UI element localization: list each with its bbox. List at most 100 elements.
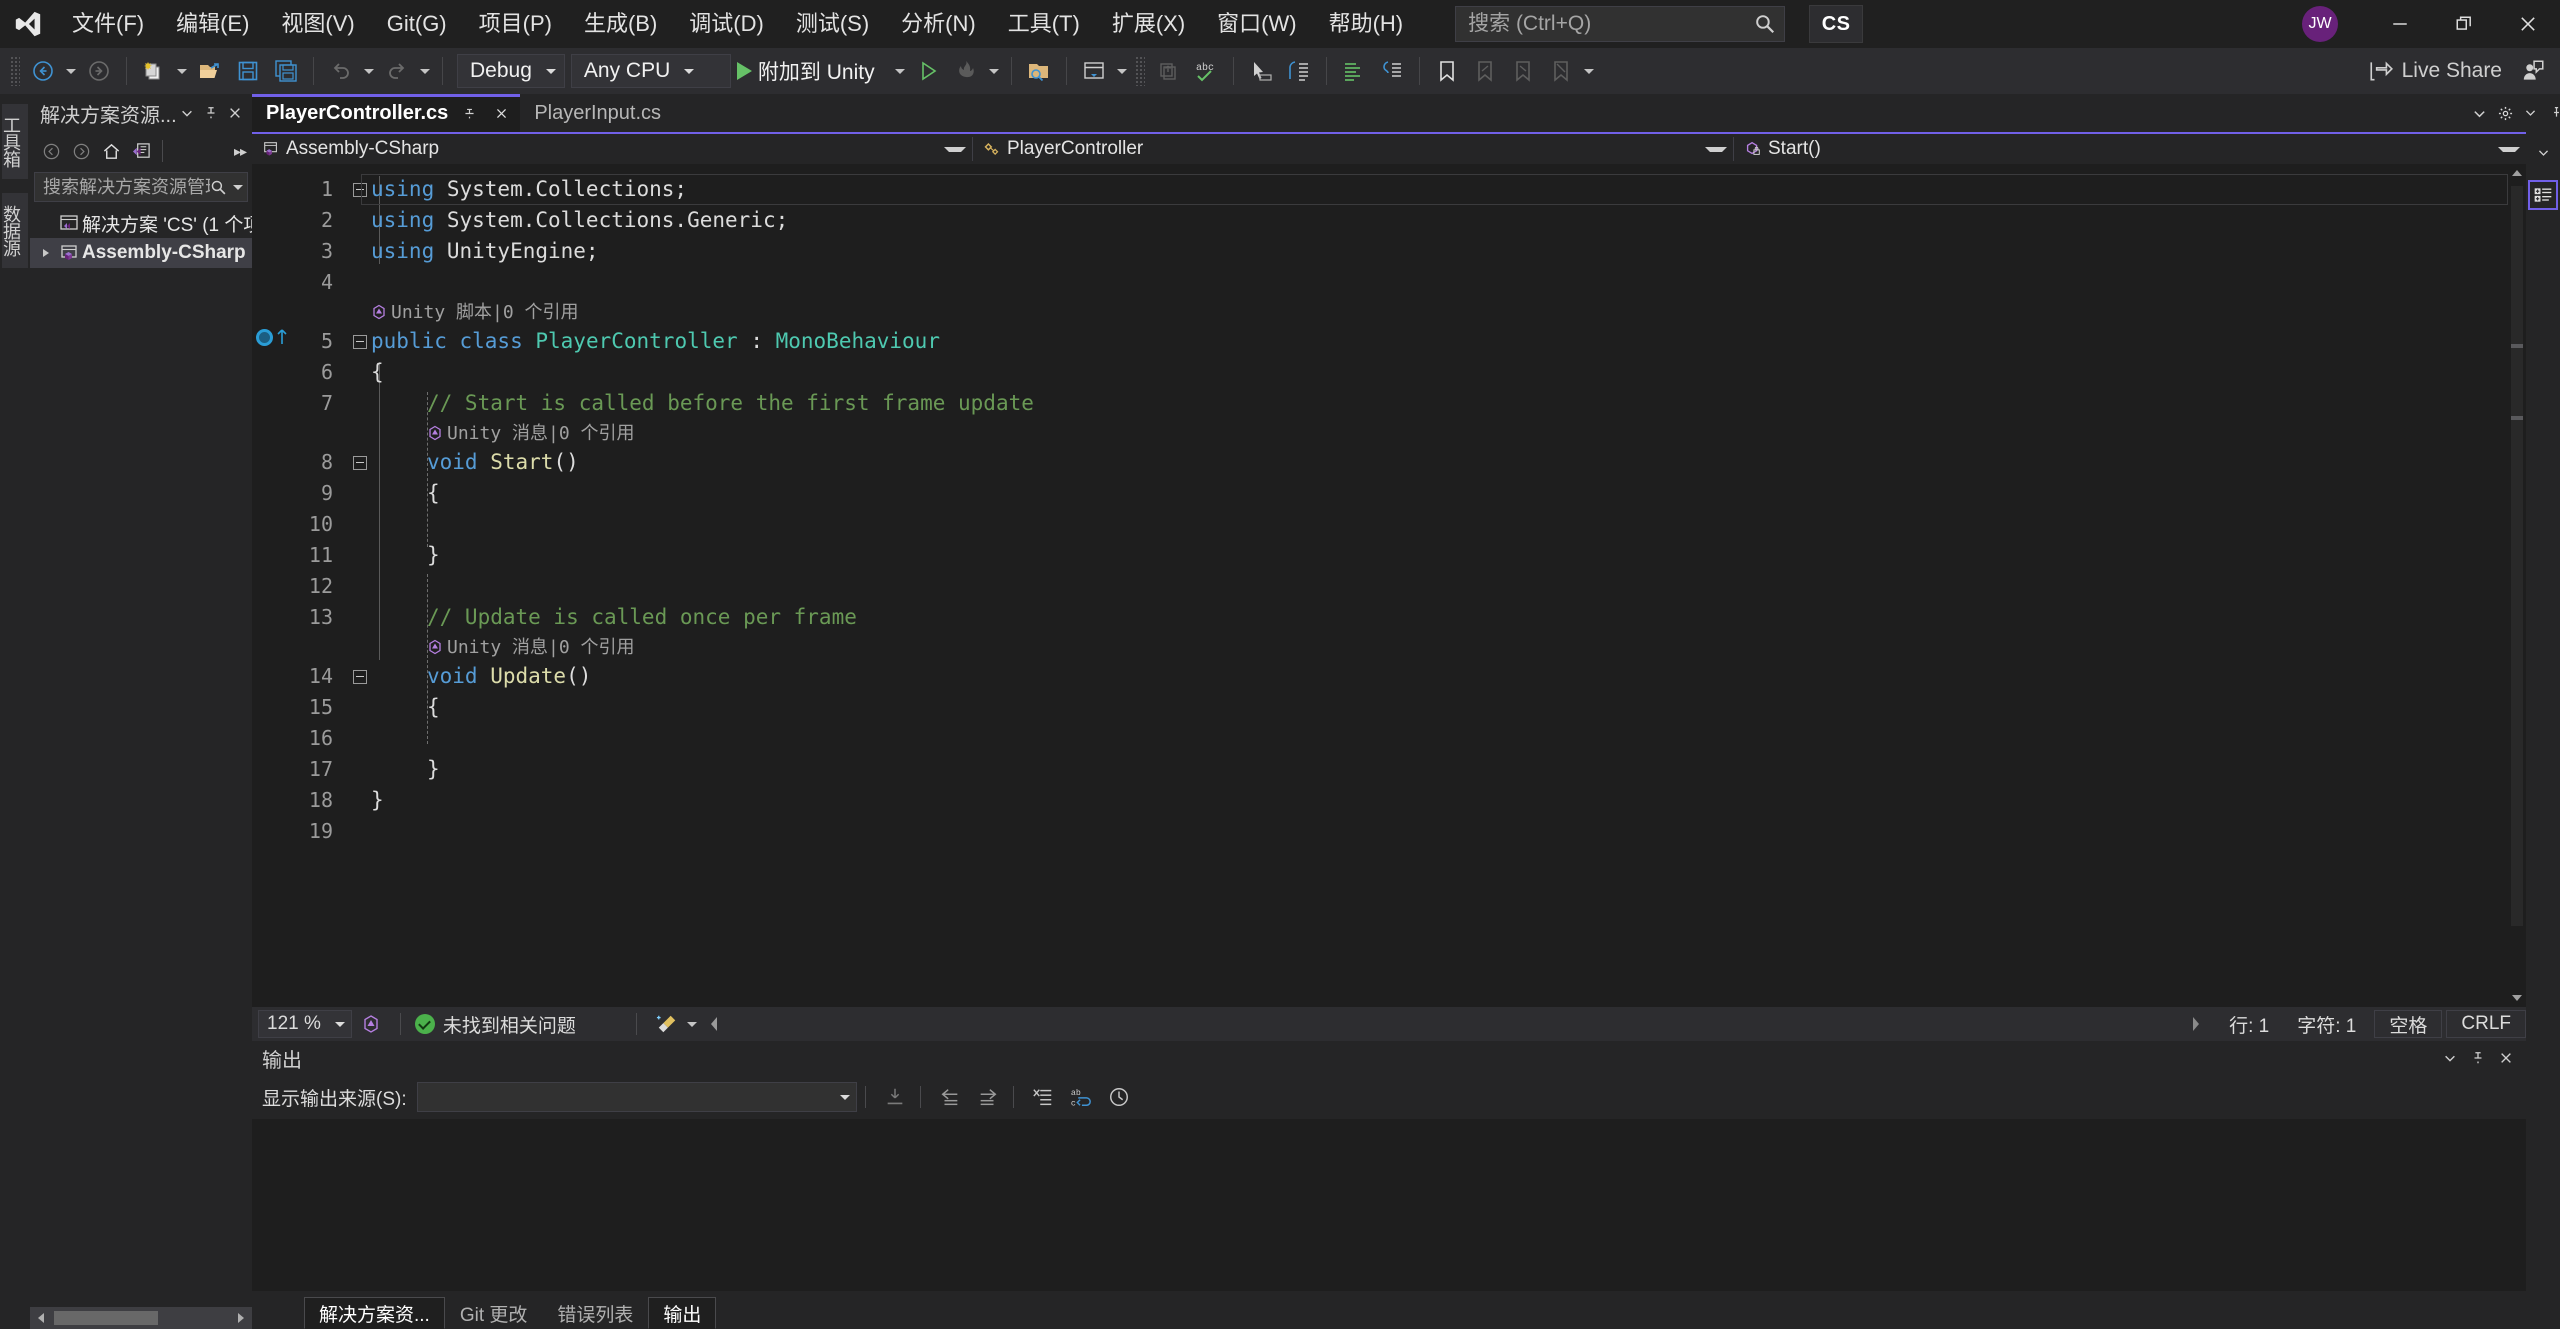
menu-edit[interactable]: 编辑(E) [160, 0, 265, 48]
code-lens-unity-message-start[interactable]: Unity 消息|0 个引用 [287, 419, 2508, 447]
solution-explorer-overflow-icon[interactable]: ▸▸ [234, 143, 252, 160]
attach-to-unity-button[interactable]: 附加到 Unity [731, 52, 891, 90]
glyph-margin[interactable] [252, 164, 287, 1007]
go-to-previous-message-button[interactable] [933, 1081, 967, 1113]
fold-toggle[interactable] [349, 182, 371, 197]
save-all-button[interactable] [267, 52, 305, 90]
menu-help[interactable]: 帮助(H) [1313, 0, 1420, 48]
live-share-label[interactable]: Live Share [2402, 59, 2502, 83]
menu-window[interactable]: 窗口(W) [1201, 0, 1312, 48]
toggle-word-wrap-button[interactable]: ab c [1064, 1081, 1098, 1113]
menu-view[interactable]: 视图(V) [265, 0, 370, 48]
clear-all-button[interactable] [1026, 1081, 1060, 1113]
code-cleanup-dropdown[interactable] [683, 1005, 701, 1043]
scroll-up-icon[interactable] [2508, 164, 2526, 182]
scroll-right-icon[interactable] [230, 1307, 252, 1329]
output-pin-button[interactable] [2464, 1044, 2492, 1072]
undo-button[interactable] [322, 52, 360, 90]
tab-player-controller[interactable]: PlayerController.cs [252, 94, 521, 132]
fold-collapse-icon[interactable] [353, 182, 367, 197]
code-lens-unity-script[interactable]: Unity 脚本|0 个引用 [287, 298, 2508, 326]
indent-button[interactable] [1280, 52, 1318, 90]
solution-explorer-back-button[interactable] [36, 136, 66, 166]
solution-chip[interactable]: CS [1809, 5, 1864, 43]
expand-right-button[interactable] [2175, 1010, 2215, 1038]
zoom-level-dropdown[interactable]: 121 % [258, 1010, 352, 1038]
navigate-back-dropdown[interactable] [62, 52, 80, 90]
scroll-thumb[interactable] [2511, 186, 2523, 926]
fold-collapse-icon[interactable] [353, 334, 367, 349]
solution-explorer-hscrollbar[interactable] [30, 1307, 252, 1329]
scroll-left-icon[interactable] [30, 1307, 52, 1329]
pointer-select-button[interactable] [1242, 52, 1280, 90]
solution-explorer-search-box[interactable] [34, 172, 248, 202]
history-button[interactable] [1102, 1081, 1136, 1113]
hot-reload-dropdown[interactable] [985, 52, 1003, 90]
unity-breakpoint-indicator[interactable] [256, 328, 289, 346]
open-file-button[interactable] [191, 52, 229, 90]
code-lens[interactable]: Unity 消息|0 个引用 [371, 419, 635, 447]
undo-dropdown[interactable] [360, 52, 378, 90]
live-share-user-icon[interactable] [2520, 58, 2546, 84]
toolbar-grip[interactable] [10, 56, 20, 86]
solution-explorer-menu-button[interactable] [176, 100, 198, 126]
menu-build[interactable]: 生成(B) [568, 0, 673, 48]
right-dock-overflow-button[interactable] [2532, 140, 2554, 164]
solution-explorer-sync-button[interactable] [126, 136, 156, 166]
platform-dropdown[interactable]: Any CPU [570, 54, 731, 88]
fold-toggle[interactable] [349, 455, 371, 470]
menu-git[interactable]: Git(G) [371, 0, 463, 48]
editor-vertical-scrollbar[interactable] [2508, 164, 2526, 1007]
hot-reload-button[interactable] [947, 52, 985, 90]
navbar-member-dropdown[interactable]: Start() [1734, 134, 2526, 164]
redo-dropdown[interactable] [416, 52, 434, 90]
avatar[interactable]: JW [2302, 6, 2338, 42]
right-dock-overflow[interactable] [2532, 138, 2554, 166]
menu-analyze[interactable]: 分析(N) [885, 0, 992, 48]
navbar-type-dropdown[interactable]: PlayerController [973, 134, 1733, 164]
output-close-button[interactable] [2492, 1044, 2520, 1072]
code-editor[interactable]: 1 using System.Collections; 2 using Syst… [252, 164, 2526, 1007]
uncomment-button[interactable] [1373, 52, 1411, 90]
auto-hide-tab-data-sources[interactable]: 数据源 [1, 193, 28, 268]
code-surface[interactable]: 1 using System.Collections; 2 using Syst… [287, 164, 2508, 1007]
tree-item-assembly-csharp[interactable]: Assembly-CSharp [30, 238, 252, 268]
bookmark-prev-button[interactable] [1466, 52, 1504, 90]
properties-button[interactable] [2528, 180, 2558, 210]
tree-expander[interactable] [36, 249, 56, 257]
menu-extensions[interactable]: 扩展(X) [1096, 0, 1201, 48]
code-lens[interactable]: Unity 消息|0 个引用 [371, 633, 635, 661]
code-lens-unity-message-update[interactable]: Unity 消息|0 个引用 [287, 633, 2508, 661]
toolbar-grip-2[interactable] [1134, 56, 1145, 86]
menu-debug[interactable]: 调试(D) [673, 0, 780, 48]
output-source-dropdown[interactable] [416, 1082, 857, 1112]
navbar-project-dropdown[interactable]: Assembly-CSharp [252, 134, 972, 164]
tree-item-solution[interactable]: 解决方案 'CS' (1 个项目) [30, 208, 252, 238]
find-message-button[interactable] [878, 1081, 912, 1113]
window-layout-button[interactable] [1075, 52, 1113, 90]
fold-collapse-icon[interactable] [353, 669, 367, 684]
folder-search-button[interactable] [1020, 52, 1058, 90]
toolbar-overflow[interactable] [1580, 52, 1598, 90]
fold-toggle[interactable] [349, 334, 371, 349]
auto-hide-tab-toolbox[interactable]: 工具箱 [1, 104, 28, 179]
right-dock-pin-button[interactable] [2545, 100, 2560, 124]
new-project-button[interactable] [135, 52, 173, 90]
status-line-ending[interactable]: CRLF [2446, 1010, 2526, 1038]
bottom-tab-output[interactable]: 输出 [648, 1297, 717, 1329]
solution-explorer-forward-button[interactable] [66, 136, 96, 166]
code-lens[interactable]: Unity 脚本|0 个引用 [371, 298, 579, 326]
collapse-left-button[interactable] [701, 1010, 729, 1038]
right-dock-menu-button[interactable] [2519, 100, 2541, 124]
tab-close-button[interactable] [490, 102, 512, 124]
active-files-dropdown-button[interactable] [2466, 98, 2492, 128]
menu-file[interactable]: 文件(F) [56, 0, 160, 48]
fold-toggle[interactable] [349, 669, 371, 684]
window-layout-dropdown[interactable] [1113, 52, 1131, 90]
hscroll-thumb[interactable] [54, 1311, 158, 1325]
chevron-down-icon[interactable] [233, 184, 243, 190]
bookmark-button[interactable] [1428, 52, 1466, 90]
bottom-tab-solution-explorer[interactable]: 解决方案资... [304, 1297, 445, 1329]
start-without-debugging-button[interactable] [909, 52, 947, 90]
menu-test[interactable]: 测试(S) [780, 0, 885, 48]
